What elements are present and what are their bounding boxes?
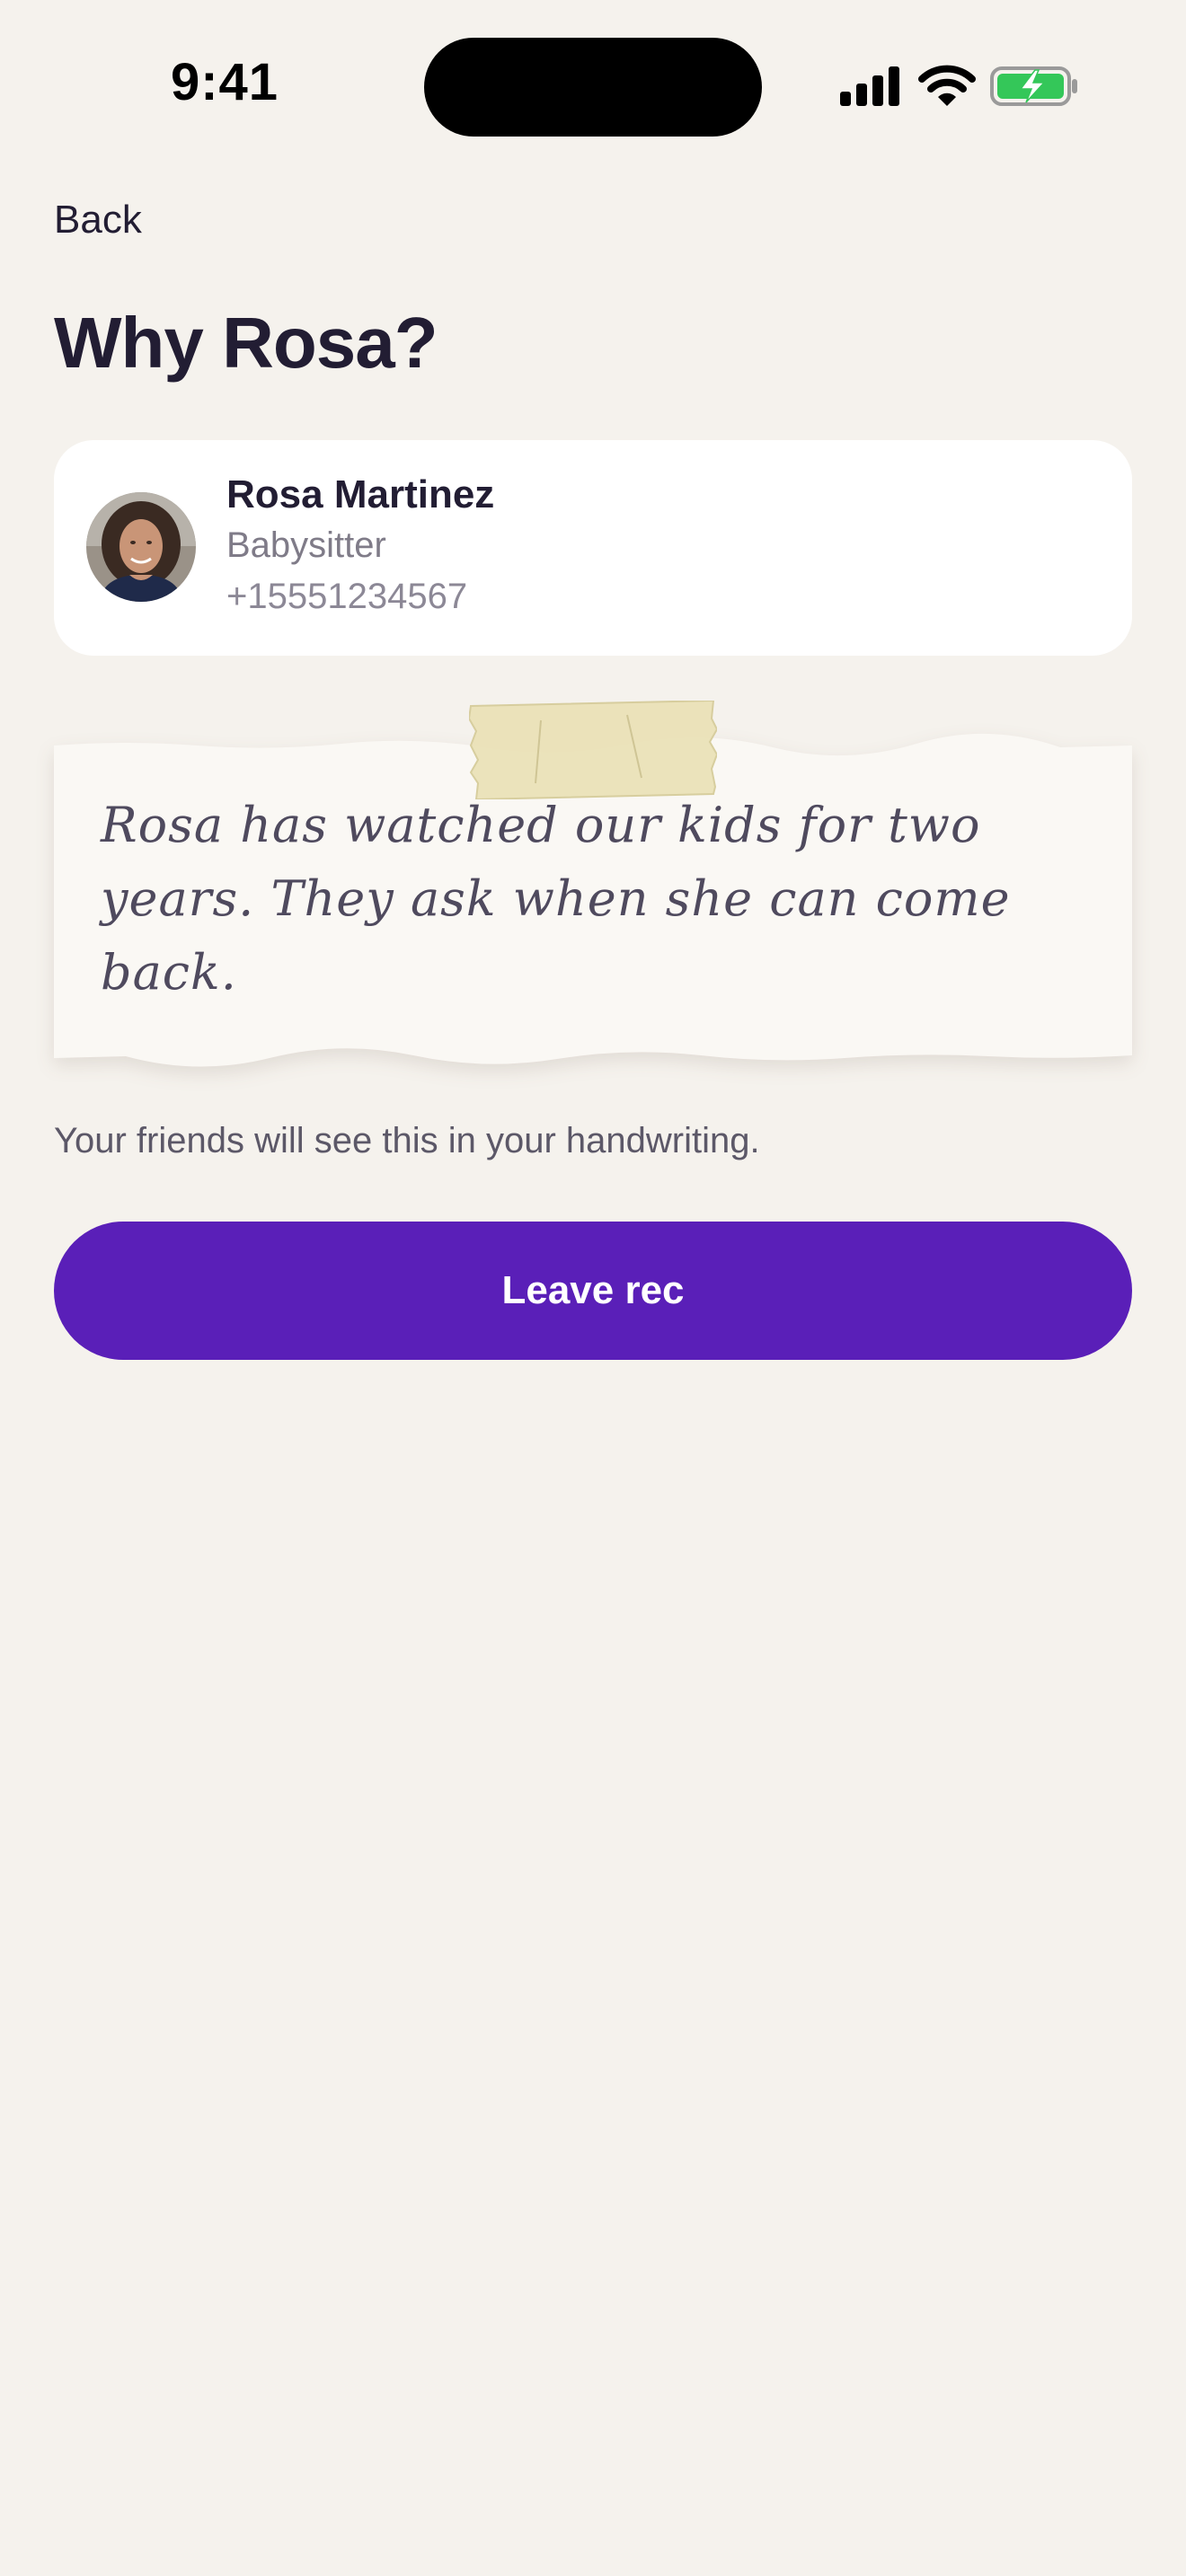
contact-card: Rosa Martinez Babysitter +15551234567 (54, 440, 1132, 656)
contact-phone: +15551234567 (226, 577, 468, 616)
wifi-icon (918, 65, 976, 106)
avatar (86, 492, 196, 602)
avatar-photo (86, 492, 196, 602)
signal-icon (840, 66, 899, 106)
contact-role: Babysitter (226, 525, 386, 565)
dynamic-island (424, 38, 762, 137)
helper-text: Your friends will see this in your handw… (54, 1121, 760, 1160)
tape-decoration (469, 701, 717, 799)
page-title: Why Rosa? (54, 303, 438, 383)
leave-rec-button[interactable]: Leave rec (54, 1222, 1132, 1360)
status-time: 9:41 (170, 53, 279, 111)
battery-charging-icon (990, 66, 1077, 106)
back-button[interactable]: Back (54, 198, 142, 243)
status-bar: 9:41 (0, 0, 1186, 171)
note-text: Rosa has watched our kids for two years.… (101, 797, 1011, 1001)
contact-name: Rosa Martinez (226, 472, 495, 516)
note-card[interactable]: Rosa has watched our kids for two years.… (54, 701, 1132, 1078)
